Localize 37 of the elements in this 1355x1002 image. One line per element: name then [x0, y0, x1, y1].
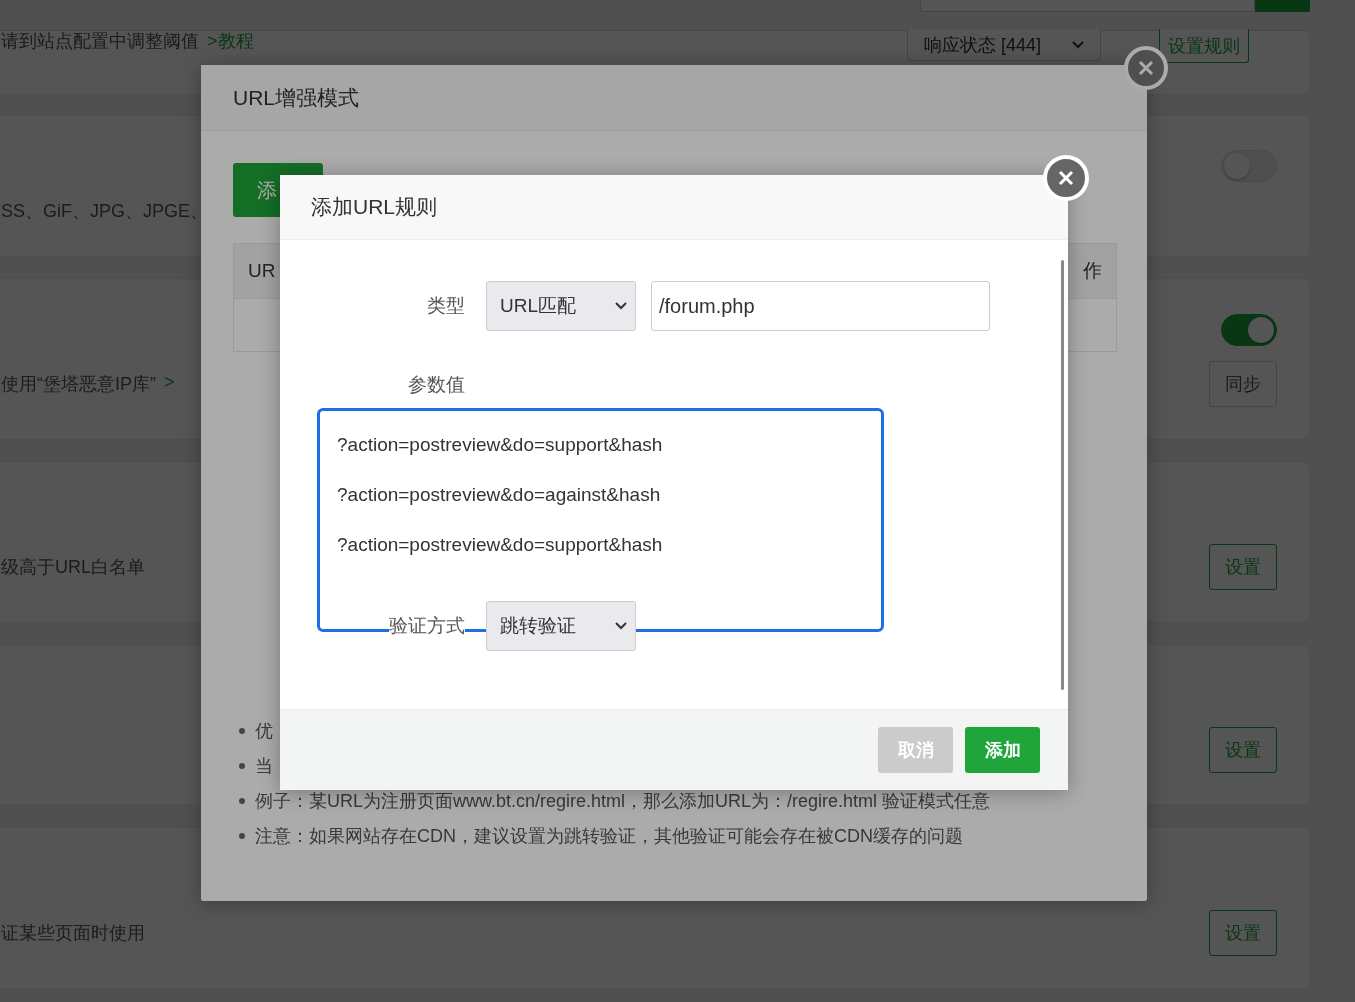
dialog-title: URL增强模式 — [233, 84, 359, 111]
note-text: 优 — [255, 719, 273, 743]
setting-description: 级高于URL白名单 — [1, 556, 145, 579]
add-button[interactable]: 添加 — [965, 727, 1040, 773]
field-label: 类型 — [426, 294, 465, 318]
column-header: UR — [248, 260, 276, 282]
toggle-switch[interactable] — [1221, 314, 1277, 346]
tutorial-link[interactable]: >教程 — [207, 30, 254, 52]
tutorial-link[interactable]: > — [164, 372, 175, 396]
bullet-icon — [239, 797, 245, 804]
bullet-icon — [239, 832, 245, 839]
chevron-icon — [615, 622, 627, 630]
status-dropdown[interactable]: 响应状态 [444] — [907, 29, 1101, 61]
bullet-icon — [239, 727, 245, 734]
set-rules-button[interactable]: 设置规则 — [1159, 29, 1249, 63]
setting-description: 证某些页面时使用 — [1, 922, 145, 945]
sync-button[interactable]: 同步 — [1209, 361, 1277, 407]
settings-button[interactable]: 设置 — [1209, 910, 1277, 956]
url-field[interactable]: /forum.php — [651, 281, 990, 331]
type-select[interactable]: URL匹配 — [486, 281, 636, 331]
verification-select[interactable]: 跳转验证 — [486, 601, 636, 651]
note-text: 注意：如果网站存在CDN，建议设置为跳转验证，其他验证可能会存在被CDN缓存的问题 — [255, 824, 963, 848]
bullet-icon — [239, 762, 245, 769]
setting-description: 请到站点配置中调整阈值 — [1, 30, 199, 52]
column-header: 作 — [1083, 259, 1102, 283]
close-icon — [1138, 60, 1154, 76]
setting-description: 使用“堡塔恶意IP库” — [1, 373, 156, 396]
field-label: 参数值 — [407, 373, 465, 397]
note-text: 当 — [255, 754, 273, 778]
chevron-icon — [1072, 40, 1084, 49]
settings-button[interactable]: 设置 — [1209, 727, 1277, 773]
scrollbar[interactable] — [1061, 260, 1064, 690]
note-text: 例子：某URL为注册页面www.bt.cn/regire.html，那么添加URL为：/regire.html 验证模式任意 — [255, 789, 991, 813]
chevron-icon — [615, 302, 627, 310]
close-icon — [1058, 170, 1074, 186]
settings-button[interactable]: 设置 — [1209, 544, 1277, 590]
setting-description: SS、GiF、JPG、JPGE、 — [1, 200, 209, 223]
